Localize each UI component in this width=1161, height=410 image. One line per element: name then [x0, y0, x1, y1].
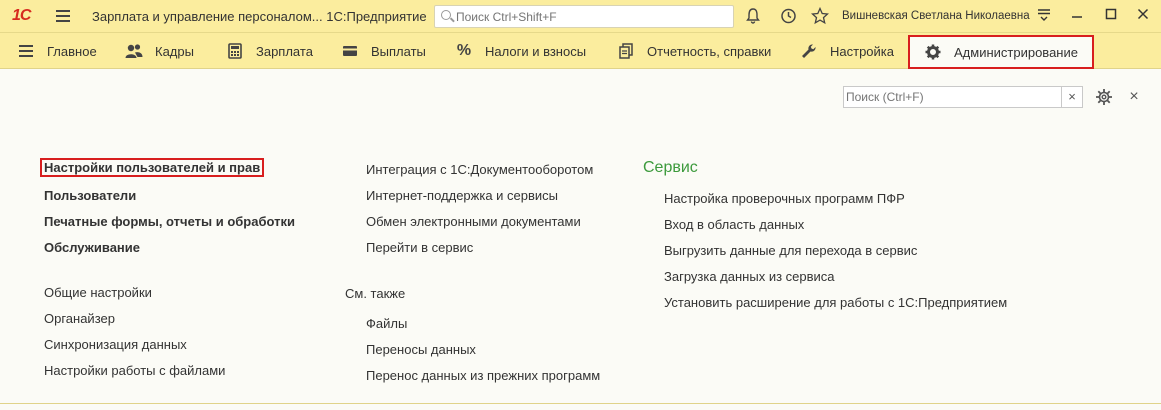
settings-gear-icon[interactable]	[1093, 86, 1115, 108]
section-payments[interactable]: Выплаты	[341, 33, 426, 69]
section-label: Настройка	[830, 43, 894, 59]
section-main[interactable]: Главное	[17, 33, 97, 69]
section-label: Выплаты	[371, 43, 426, 59]
link-export-to-service[interactable]: Выгрузить данные для перехода в сервис	[664, 243, 917, 258]
people-icon	[125, 42, 143, 60]
link-import-from-service[interactable]: Загрузка данных из сервиса	[664, 269, 835, 284]
link-user-rights-settings[interactable]: Настройки пользователей и прав	[40, 158, 265, 177]
window-menu-icon[interactable]	[1034, 6, 1054, 26]
section-taxes[interactable]: % Налоги и взносы	[455, 33, 586, 69]
title-bar: 1С Зарплата и управление персоналом... 1…	[0, 0, 1161, 33]
close-icon[interactable]: ×	[1126, 86, 1142, 108]
link-organizer[interactable]: Органайзер	[44, 311, 115, 326]
link-data-area-login[interactable]: Вход в область данных	[664, 217, 804, 232]
link-general-settings[interactable]: Общие настройки	[44, 285, 152, 300]
link-users[interactable]: Пользователи	[44, 188, 136, 203]
section-hr[interactable]: Кадры	[125, 33, 194, 69]
history-icon[interactable]	[779, 7, 797, 25]
section-label: Администрирование	[954, 44, 1078, 60]
link-data-sync[interactable]: Синхронизация данных	[44, 337, 187, 352]
menu-icon	[17, 42, 35, 60]
section-label: Кадры	[155, 43, 194, 59]
section-label: Отчетность, справки	[647, 43, 772, 59]
link-data-transfers[interactable]: Переносы данных	[366, 342, 476, 357]
user-name[interactable]: Вишневская Светлана Николаевна	[842, 10, 1030, 22]
gear-icon	[924, 43, 942, 61]
app-logo[interactable]: 1С	[12, 7, 31, 25]
link-install-extension[interactable]: Установить расширение для работы с 1С:Пр…	[664, 295, 1007, 310]
link-legacy-transfer[interactable]: Перенос данных из прежних программ	[366, 368, 600, 383]
section-label: Зарплата	[256, 43, 313, 59]
calculator-icon	[226, 42, 244, 60]
section-reports[interactable]: Отчетность, справки	[617, 33, 771, 69]
star-icon[interactable]	[810, 6, 830, 25]
percent-icon: %	[456, 42, 472, 59]
global-search-box[interactable]	[434, 5, 734, 28]
app-title: Зарплата и управление персоналом... 1С:П…	[92, 9, 427, 24]
section-salary[interactable]: Зарплата	[226, 33, 313, 69]
bell-icon[interactable]	[744, 7, 762, 25]
global-search-input[interactable]	[456, 8, 726, 25]
link-file-settings[interactable]: Настройки работы с файлами	[44, 363, 225, 378]
main-menu-icon[interactable]	[56, 10, 70, 22]
section-label: Налоги и взносы	[485, 43, 587, 59]
service-group-title: Сервис	[643, 159, 698, 176]
link-pfr-check-programs[interactable]: Настройка проверочных программ ПФР	[664, 191, 905, 206]
content-area: × × Настройки пользователей и прав Польз…	[0, 70, 1161, 410]
link-files[interactable]: Файлы	[366, 316, 407, 331]
sections-panel: Главное Кадры Зарплата Выплаты % Налоги …	[0, 33, 1161, 69]
section-administration[interactable]: Администрирование	[908, 35, 1094, 69]
wallet-icon	[341, 42, 359, 60]
content-search-box[interactable]	[843, 86, 1063, 108]
link-internet-support[interactable]: Интернет-поддержка и сервисы	[366, 188, 558, 203]
reports-icon	[617, 42, 635, 60]
link-maintenance[interactable]: Обслуживание	[44, 240, 140, 255]
link-edoc-exchange[interactable]: Обмен электронными документами	[366, 214, 581, 229]
section-label: Главное	[47, 43, 97, 59]
bottom-divider	[0, 403, 1161, 404]
wrench-icon	[800, 42, 818, 60]
content-search-input[interactable]	[846, 89, 1056, 105]
close-window-icon[interactable]	[1133, 6, 1153, 26]
section-settings[interactable]: Настройка	[800, 33, 894, 69]
clear-search-button[interactable]: ×	[1061, 86, 1083, 108]
link-go-to-service[interactable]: Перейти в сервис	[366, 240, 473, 255]
link-print-forms[interactable]: Печатные формы, отчеты и обработки	[44, 214, 295, 229]
maximize-icon[interactable]	[1101, 6, 1121, 26]
search-icon	[441, 10, 451, 20]
minimize-icon[interactable]	[1067, 6, 1087, 26]
link-docflow-integration[interactable]: Интеграция с 1С:Документооборотом	[366, 162, 593, 177]
see-also-title: См. также	[345, 286, 406, 301]
